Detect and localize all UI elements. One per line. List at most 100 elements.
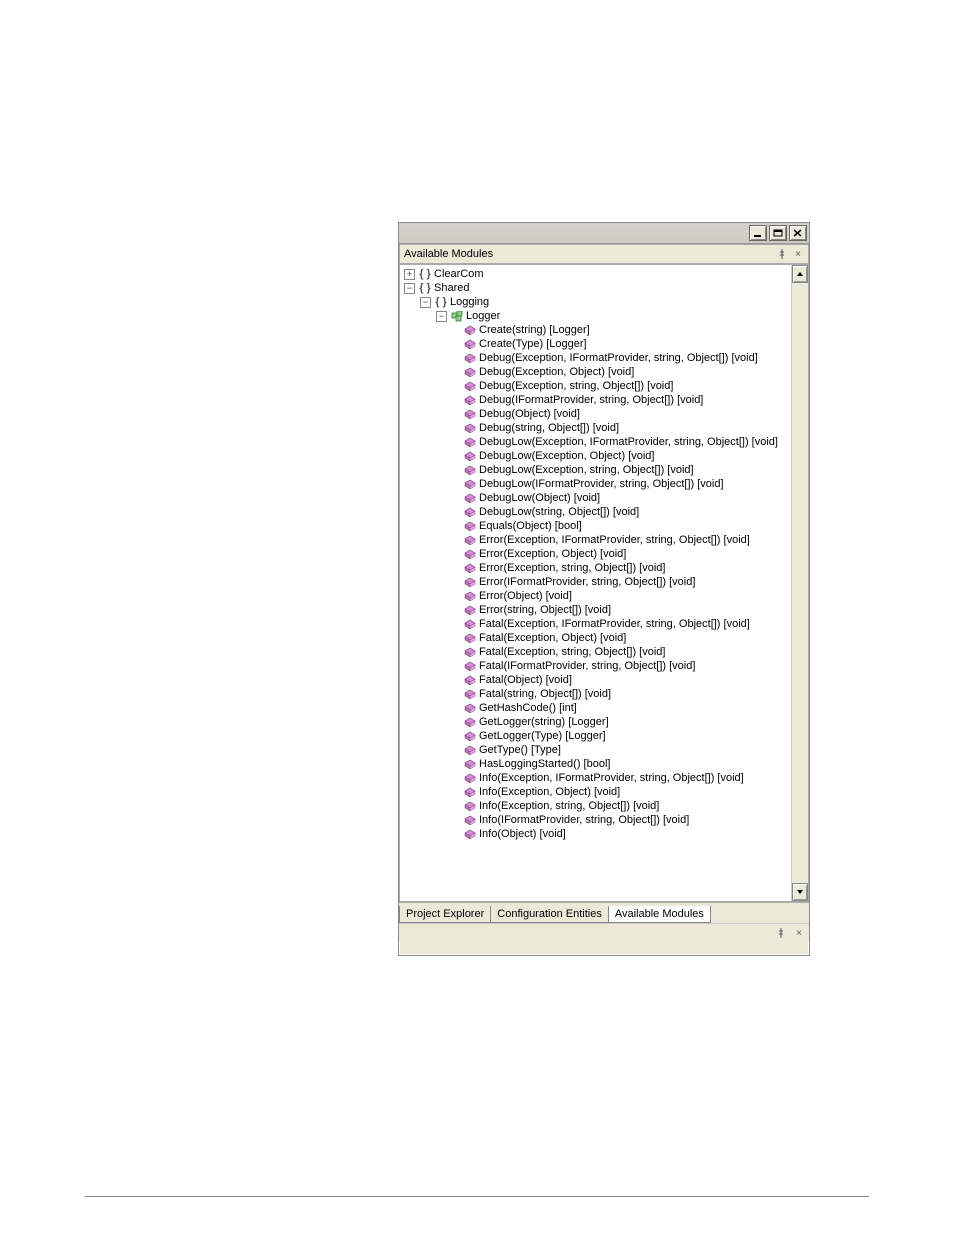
collapse-icon[interactable]: − bbox=[404, 283, 415, 294]
page-divider bbox=[85, 1196, 869, 1197]
tab-configuration-entities[interactable]: Configuration Entities bbox=[490, 906, 609, 923]
method-info-exc-fmt[interactable]: Info(Exception, IFormatProvider, string,… bbox=[400, 771, 792, 785]
method-equals[interactable]: Equals(Object) [bool] bbox=[400, 519, 792, 533]
method-debug-obj[interactable]: Debug(Object) [void] bbox=[400, 407, 792, 421]
method-error-exc-fmt[interactable]: Error(Exception, IFormatProvider, string… bbox=[400, 533, 792, 547]
method-icon bbox=[463, 758, 477, 770]
method-fatal-str[interactable]: Fatal(string, Object[]) [void] bbox=[400, 687, 792, 701]
pin-icon[interactable] bbox=[776, 248, 788, 260]
close-button[interactable] bbox=[789, 225, 807, 241]
method-info-exc-obj[interactable]: Info(Exception, Object) [void] bbox=[400, 785, 792, 799]
tree-item-label: Debug(Exception, IFormatProvider, string… bbox=[479, 351, 758, 365]
method-icon bbox=[463, 716, 477, 728]
method-icon bbox=[463, 324, 477, 336]
class-icon bbox=[450, 310, 464, 322]
footer-pin-icon[interactable] bbox=[775, 927, 787, 939]
method-icon bbox=[463, 352, 477, 364]
vertical-scrollbar[interactable] bbox=[791, 265, 808, 901]
tree-item-label: Debug(Object) [void] bbox=[479, 407, 580, 421]
method-fatal-exc-str[interactable]: Fatal(Exception, string, Object[]) [void… bbox=[400, 645, 792, 659]
method-debug-exc-obj[interactable]: Debug(Exception, Object) [void] bbox=[400, 365, 792, 379]
method-error-obj[interactable]: Error(Object) [void] bbox=[400, 589, 792, 603]
collapse-icon[interactable]: − bbox=[420, 297, 431, 308]
method-icon bbox=[463, 520, 477, 532]
method-error-exc-obj[interactable]: Error(Exception, Object) [void] bbox=[400, 547, 792, 561]
method-info-obj[interactable]: Info(Object) [void] bbox=[400, 827, 792, 841]
method-debuglow-str[interactable]: DebugLow(string, Object[]) [void] bbox=[400, 505, 792, 519]
method-getlogger-type[interactable]: GetLogger(Type) [Logger] bbox=[400, 729, 792, 743]
method-icon bbox=[463, 800, 477, 812]
scroll-down-button[interactable] bbox=[792, 883, 808, 901]
method-fatal-obj[interactable]: Fatal(Object) [void] bbox=[400, 673, 792, 687]
tree-item-label: Error(Exception, Object) [void] bbox=[479, 547, 626, 561]
method-icon bbox=[463, 702, 477, 714]
method-debug-exc-fmt[interactable]: Debug(Exception, IFormatProvider, string… bbox=[400, 351, 792, 365]
method-debuglow-exc-str[interactable]: DebugLow(Exception, string, Object[]) [v… bbox=[400, 463, 792, 477]
minimize-button[interactable] bbox=[749, 225, 767, 241]
titlebar bbox=[399, 223, 809, 244]
tree-item-label: Error(Object) [void] bbox=[479, 589, 572, 603]
method-debug-fmt[interactable]: Debug(IFormatProvider, string, Object[])… bbox=[400, 393, 792, 407]
namespace-icon: { } bbox=[434, 296, 448, 308]
tree-item-label: DebugLow(Exception, IFormatProvider, str… bbox=[479, 435, 778, 449]
maximize-button[interactable] bbox=[769, 225, 787, 241]
node-shared[interactable]: −{ }Shared bbox=[400, 281, 792, 295]
method-error-fmt[interactable]: Error(IFormatProvider, string, Object[])… bbox=[400, 575, 792, 589]
tree-item-label: Fatal(string, Object[]) [void] bbox=[479, 687, 611, 701]
method-debug-exc-str[interactable]: Debug(Exception, string, Object[]) [void… bbox=[400, 379, 792, 393]
method-hasloggingstarted[interactable]: HasLoggingStarted() [bool] bbox=[400, 757, 792, 771]
method-icon bbox=[463, 492, 477, 504]
method-icon bbox=[463, 604, 477, 616]
method-icon bbox=[463, 478, 477, 490]
method-icon bbox=[463, 408, 477, 420]
footer-close-icon[interactable]: × bbox=[793, 927, 805, 939]
panel-close-icon[interactable]: × bbox=[792, 248, 804, 260]
tree-view: +{ }ClearCom−{ }Shared−{ }Logging−Logger… bbox=[399, 264, 809, 902]
panel-title: Available Modules bbox=[404, 248, 493, 260]
method-info-exc-str[interactable]: Info(Exception, string, Object[]) [void] bbox=[400, 799, 792, 813]
method-icon bbox=[463, 786, 477, 798]
method-getlogger-string[interactable]: GetLogger(string) [Logger] bbox=[400, 715, 792, 729]
tree-item-label: DebugLow(Exception, Object) [void] bbox=[479, 449, 654, 463]
panel-header: Available Modules × bbox=[399, 244, 809, 264]
tree-item-label: Error(Exception, string, Object[]) [void… bbox=[479, 561, 665, 575]
tree-item-label: Fatal(Exception, Object) [void] bbox=[479, 631, 626, 645]
method-gethashcode[interactable]: GetHashCode() [int] bbox=[400, 701, 792, 715]
method-icon bbox=[463, 366, 477, 378]
method-gettype[interactable]: GetType() [Type] bbox=[400, 743, 792, 757]
scroll-up-button[interactable] bbox=[792, 265, 808, 283]
footer-bar: × bbox=[399, 923, 809, 942]
method-icon bbox=[463, 464, 477, 476]
tree-item-label: Debug(IFormatProvider, string, Object[])… bbox=[479, 393, 703, 407]
tab-available-modules[interactable]: Available Modules bbox=[608, 906, 711, 923]
method-fatal-exc-fmt[interactable]: Fatal(Exception, IFormatProvider, string… bbox=[400, 617, 792, 631]
method-icon bbox=[463, 814, 477, 826]
method-debuglow-exc-fmt[interactable]: DebugLow(Exception, IFormatProvider, str… bbox=[400, 435, 792, 449]
tree-item-label: Create(Type) [Logger] bbox=[479, 337, 587, 351]
method-fatal-exc-obj[interactable]: Fatal(Exception, Object) [void] bbox=[400, 631, 792, 645]
method-icon bbox=[463, 730, 477, 742]
tree-item-label: Shared bbox=[434, 281, 469, 295]
tree-item-label: Debug(Exception, string, Object[]) [void… bbox=[479, 379, 673, 393]
method-debuglow-obj[interactable]: DebugLow(Object) [void] bbox=[400, 491, 792, 505]
method-error-str[interactable]: Error(string, Object[]) [void] bbox=[400, 603, 792, 617]
method-create-string[interactable]: Create(string) [Logger] bbox=[400, 323, 792, 337]
collapse-icon[interactable]: − bbox=[436, 311, 447, 322]
method-debuglow-exc-obj[interactable]: DebugLow(Exception, Object) [void] bbox=[400, 449, 792, 463]
method-create-type[interactable]: Create(Type) [Logger] bbox=[400, 337, 792, 351]
tree-item-label: DebugLow(IFormatProvider, string, Object… bbox=[479, 477, 724, 491]
method-fatal-fmt[interactable]: Fatal(IFormatProvider, string, Object[])… bbox=[400, 659, 792, 673]
method-icon bbox=[463, 618, 477, 630]
node-logger[interactable]: −Logger bbox=[400, 309, 792, 323]
method-icon bbox=[463, 590, 477, 602]
method-debuglow-fmt[interactable]: DebugLow(IFormatProvider, string, Object… bbox=[400, 477, 792, 491]
tree-item-label: GetLogger(string) [Logger] bbox=[479, 715, 609, 729]
tab-project-explorer[interactable]: Project Explorer bbox=[399, 906, 491, 923]
node-clearcom[interactable]: +{ }ClearCom bbox=[400, 267, 792, 281]
method-error-exc-str[interactable]: Error(Exception, string, Object[]) [void… bbox=[400, 561, 792, 575]
method-debug-str[interactable]: Debug(string, Object[]) [void] bbox=[400, 421, 792, 435]
node-logging[interactable]: −{ }Logging bbox=[400, 295, 792, 309]
method-info-fmt[interactable]: Info(IFormatProvider, string, Object[]) … bbox=[400, 813, 792, 827]
expand-icon[interactable]: + bbox=[404, 269, 415, 280]
tree-item-label: HasLoggingStarted() [bool] bbox=[479, 757, 610, 771]
